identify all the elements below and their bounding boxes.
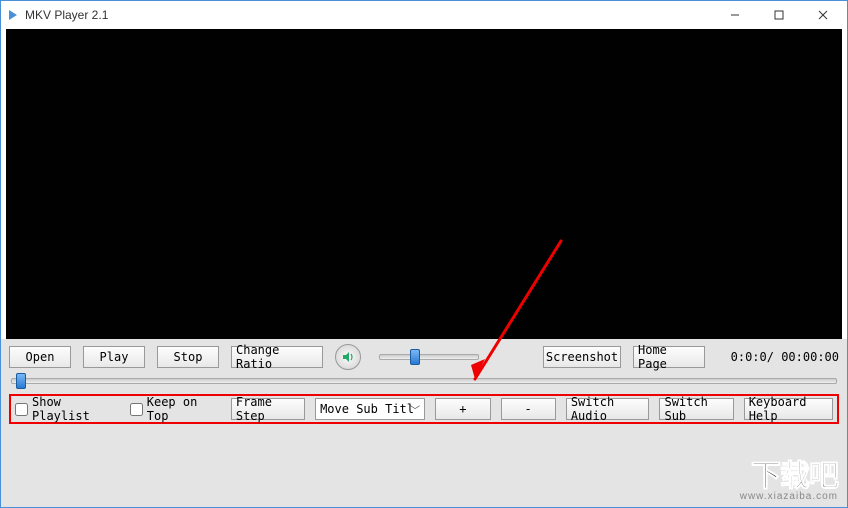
screenshot-button[interactable]: Screenshot xyxy=(543,346,621,368)
keep-on-top-checkbox[interactable]: Keep on Top xyxy=(130,395,221,423)
watermark-url: www.xiazaiba.com xyxy=(740,491,838,502)
watermark: 下载吧 www.xiazaiba.com xyxy=(740,451,838,502)
keep-on-top-label: Keep on Top xyxy=(147,395,221,423)
options-toolbar: Show Playlist Keep on Top Frame Step Mov… xyxy=(9,394,839,424)
plus-button[interactable]: + xyxy=(435,398,490,420)
minimize-button[interactable] xyxy=(713,2,757,28)
window-buttons xyxy=(713,2,845,28)
show-playlist-label: Show Playlist xyxy=(32,395,120,423)
volume-thumb[interactable] xyxy=(410,349,420,365)
move-sub-title-label: Move Sub Titl xyxy=(320,402,414,416)
change-ratio-button[interactable]: Change Ratio xyxy=(231,346,323,368)
minus-button[interactable]: - xyxy=(501,398,556,420)
switch-audio-button[interactable]: Switch Audio xyxy=(566,398,650,420)
close-button[interactable] xyxy=(801,2,845,28)
main-toolbar: Open Play Stop Change Ratio Screenshot H… xyxy=(9,345,839,369)
maximize-button[interactable] xyxy=(757,2,801,28)
show-playlist-checkbox[interactable]: Show Playlist xyxy=(15,395,120,423)
keep-on-top-input[interactable] xyxy=(130,403,143,416)
video-canvas[interactable] xyxy=(6,29,842,339)
app-window: MKV Player 2.1 Open Play Stop Change Rat… xyxy=(0,0,848,508)
controls-panel: Open Play Stop Change Ratio Screenshot H… xyxy=(1,339,847,507)
chevron-down-icon: ﹀ xyxy=(410,402,420,417)
move-sub-title-select[interactable]: Move Sub Titl ﹀ xyxy=(315,398,425,420)
volume-slider[interactable] xyxy=(379,354,479,360)
speaker-icon[interactable] xyxy=(335,344,361,370)
stop-button[interactable]: Stop xyxy=(157,346,219,368)
home-page-button[interactable]: Home Page xyxy=(633,346,705,368)
seek-thumb[interactable] xyxy=(16,373,26,389)
play-icon xyxy=(9,10,17,20)
time-display: 0:0:0/ 00:00:00 xyxy=(731,350,839,364)
seek-row xyxy=(9,378,839,384)
seek-slider[interactable] xyxy=(11,378,837,384)
frame-step-button[interactable]: Frame Step xyxy=(231,398,305,420)
open-button[interactable]: Open xyxy=(9,346,71,368)
window-title: MKV Player 2.1 xyxy=(25,8,713,22)
watermark-text: 下载吧 xyxy=(740,451,838,495)
keyboard-help-button[interactable]: Keyboard Help xyxy=(744,398,833,420)
titlebar: MKV Player 2.1 xyxy=(1,1,847,29)
show-playlist-input[interactable] xyxy=(15,403,28,416)
switch-sub-button[interactable]: Switch Sub xyxy=(659,398,733,420)
play-button[interactable]: Play xyxy=(83,346,145,368)
